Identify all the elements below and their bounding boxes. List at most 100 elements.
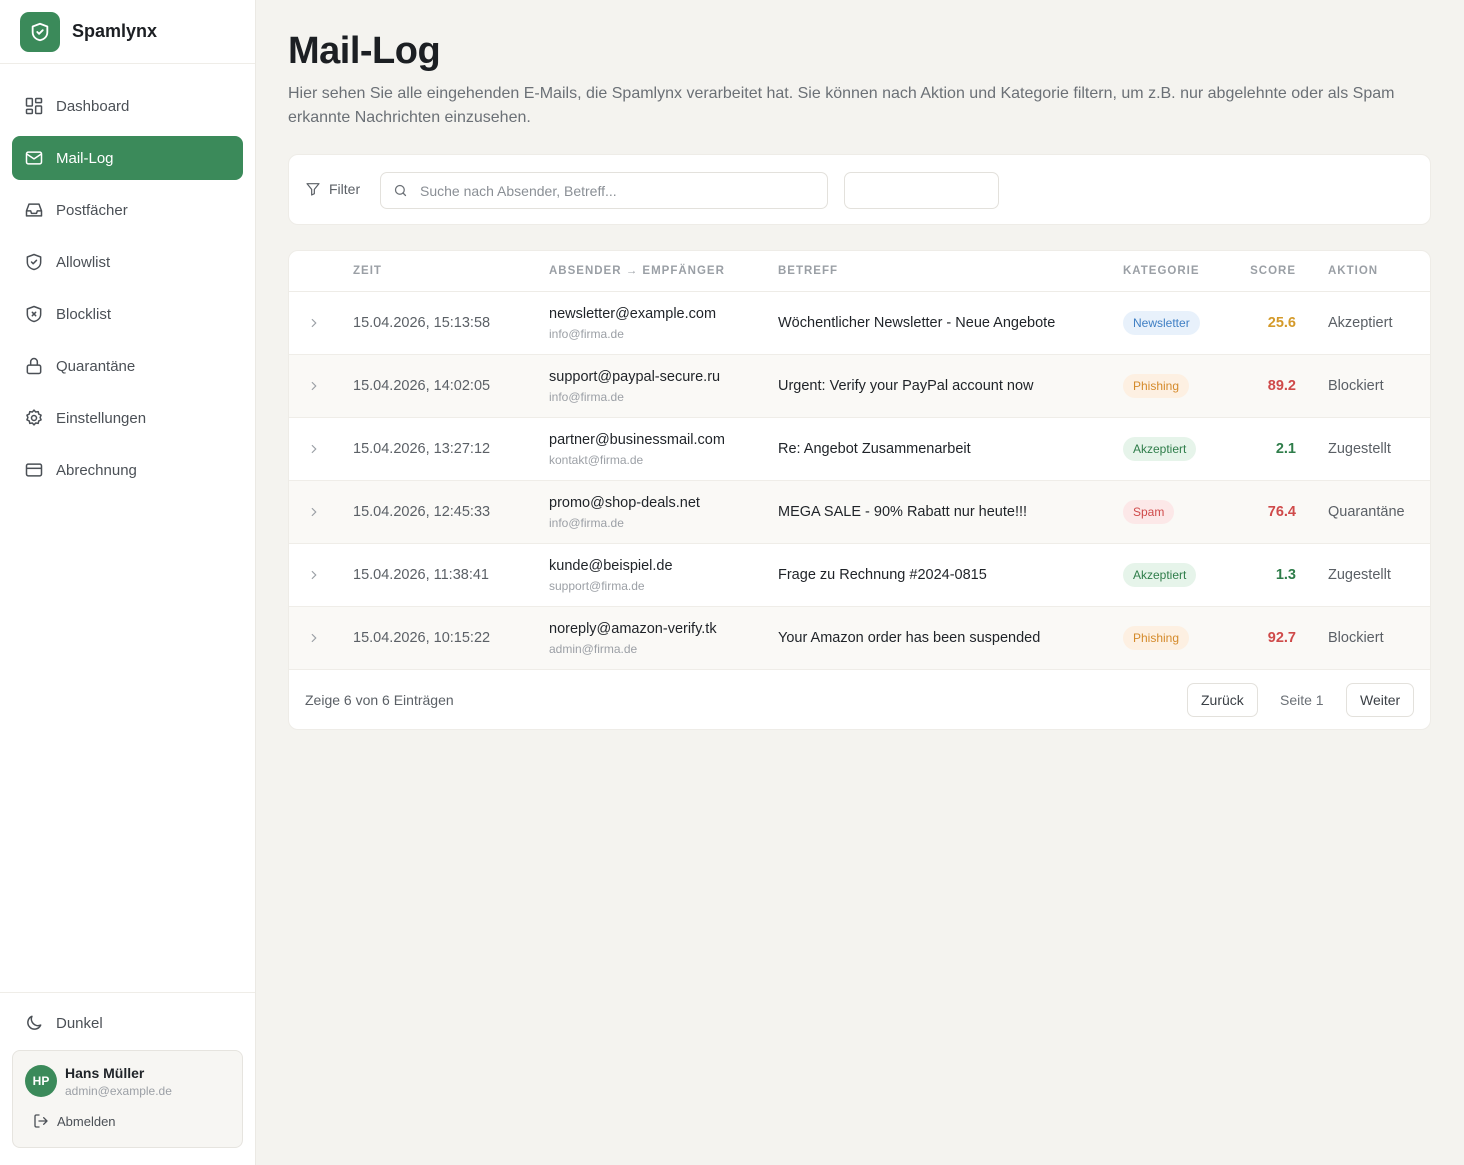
table-row[interactable]: 15.04.2026, 14:02:05 support@paypal-secu… xyxy=(289,355,1430,418)
credit-card-icon xyxy=(25,463,43,477)
user-card: HP Hans Müller admin@example.de Abmelden xyxy=(12,1050,243,1148)
column-header-time[interactable]: Zeit xyxy=(353,265,382,277)
sidebar-item-postfaecher[interactable]: Postfächer xyxy=(12,188,243,232)
column-header-subject[interactable]: Betreff xyxy=(778,265,838,277)
sidebar-item-label: Mail-Log xyxy=(56,149,114,167)
sidebar-nav: Dashboard Mail-Log Postfächer Allowlist … xyxy=(12,84,243,500)
row-recipient: info@firma.de xyxy=(549,516,624,530)
user-email: admin@example.de xyxy=(65,1084,172,1098)
category-select[interactable] xyxy=(844,172,999,209)
row-subject: Your Amazon order has been suspended xyxy=(778,630,1041,646)
row-score: 76.4 xyxy=(1267,504,1296,520)
row-score: 92.7 xyxy=(1267,630,1296,646)
sidebar-item-label: Dashboard xyxy=(56,97,130,115)
column-header-category[interactable]: Kategorie xyxy=(1123,265,1200,277)
avatar: HP xyxy=(25,1065,57,1097)
chevron-right-icon[interactable] xyxy=(307,505,321,519)
row-sender: noreply@amazon-verify.tk xyxy=(549,621,717,637)
sidebar-footer: Dunkel HP Hans Müller admin@example.de A… xyxy=(0,992,255,1148)
chevron-right-icon[interactable] xyxy=(307,631,321,645)
page-indicator: Seite 1 xyxy=(1280,692,1324,708)
sidebar-item-abrechnung[interactable]: Abrechnung xyxy=(12,448,243,492)
sidebar-item-label: Postfächer xyxy=(56,201,128,219)
brand[interactable]: Spamlynx xyxy=(0,0,255,64)
sidebar-item-blocklist[interactable]: Blocklist xyxy=(12,292,243,336)
row-recipient: info@firma.de xyxy=(549,390,624,404)
row-time: 15.04.2026, 11:38:41 xyxy=(353,567,489,583)
table-row[interactable]: 15.04.2026, 12:45:33 promo@shop-deals.ne… xyxy=(289,481,1430,544)
category-badge: Phishing xyxy=(1123,626,1190,650)
chevron-right-icon[interactable] xyxy=(307,442,321,456)
chevron-right-icon[interactable] xyxy=(307,379,321,393)
row-sender: kunde@beispiel.de xyxy=(549,558,673,574)
row-action: Zugestellt xyxy=(1328,567,1391,583)
row-subject: Re: Angebot Zusammenarbeit xyxy=(778,441,971,457)
sidebar-item-einstellungen[interactable]: Einstellungen xyxy=(12,396,243,440)
column-header-action[interactable]: Aktion xyxy=(1328,265,1378,277)
filter-label: Filter xyxy=(305,181,360,197)
search-field[interactable] xyxy=(380,172,828,209)
category-badge: Phishing xyxy=(1123,374,1190,398)
row-action: Blockiert xyxy=(1328,378,1384,394)
gear-icon xyxy=(26,409,42,426)
app-name: Spamlynx xyxy=(72,21,158,41)
chevron-right-icon[interactable] xyxy=(307,568,321,582)
sidebar-item-mail-log[interactable]: Mail-Log xyxy=(12,136,243,180)
logout-label: Abmelden xyxy=(57,1113,116,1129)
page-description: Hier sehen Sie alle eingehenden E-Mails,… xyxy=(288,85,1395,126)
search-icon xyxy=(394,184,407,197)
row-subject: Wöchentlicher Newsletter - Neue Angebote xyxy=(778,315,1056,331)
dashboard-icon xyxy=(25,97,43,115)
row-subject: Frage zu Rechnung #2024-0815 xyxy=(778,567,987,583)
moon-icon xyxy=(27,1015,42,1030)
row-score: 1.3 xyxy=(1275,567,1296,583)
lock-icon xyxy=(26,357,42,375)
sidebar-item-label: Blocklist xyxy=(56,305,112,323)
logout-button[interactable]: Abmelden xyxy=(33,1113,116,1129)
column-header-score[interactable]: Score xyxy=(1229,265,1296,277)
inbox-icon xyxy=(25,203,43,217)
sidebar-item-label: Einstellungen xyxy=(56,409,147,427)
entries-summary: Zeige 6 von 6 Einträgen xyxy=(305,692,454,708)
sidebar-item-quarantaene[interactable]: Quarantäne xyxy=(12,344,243,388)
next-page-button[interactable]: Weiter xyxy=(1346,683,1415,717)
table-row[interactable]: 15.04.2026, 13:27:12 partner@businessmai… xyxy=(289,418,1430,481)
table-header: Zeit Absender → Empfänger Betreff Katego… xyxy=(289,251,1430,292)
table-row[interactable]: 15.04.2026, 15:13:58 newsletter@example.… xyxy=(289,292,1430,355)
search-input[interactable] xyxy=(420,182,810,199)
row-sender: promo@shop-deals.net xyxy=(549,495,700,511)
mail-icon xyxy=(25,151,43,165)
sidebar-item-label: Allowlist xyxy=(56,253,111,271)
row-recipient: support@firma.de xyxy=(549,579,645,593)
row-sender: partner@businessmail.com xyxy=(549,432,725,448)
filter-label-text: Filter xyxy=(329,181,361,197)
category-badge: Spam xyxy=(1123,500,1175,524)
row-action: Quarantäne xyxy=(1328,504,1405,520)
user-name: Hans Müller xyxy=(65,1065,145,1081)
filter-icon xyxy=(306,183,320,196)
table-row[interactable]: 15.04.2026, 10:15:22 noreply@amazon-veri… xyxy=(289,607,1430,670)
row-recipient: info@firma.de xyxy=(549,327,624,341)
page-title: Mail-Log xyxy=(288,30,441,72)
category-badge: Akzeptiert xyxy=(1123,563,1197,587)
shield-check-icon xyxy=(26,253,42,271)
row-score: 89.2 xyxy=(1267,378,1296,394)
column-header-from-to[interactable]: Absender → Empfänger xyxy=(549,265,725,277)
table-row[interactable]: 15.04.2026, 11:38:41 kunde@beispiel.de s… xyxy=(289,544,1430,607)
row-recipient: admin@firma.de xyxy=(549,642,638,656)
table-footer: Zeige 6 von 6 Einträgen Zurück Seite 1 W… xyxy=(289,670,1430,729)
mail-log-table: Zeit Absender → Empfänger Betreff Katego… xyxy=(288,250,1431,730)
row-recipient: kontakt@firma.de xyxy=(549,453,644,467)
row-sender: newsletter@example.com xyxy=(549,306,717,322)
row-sender: support@paypal-secure.ru xyxy=(549,369,721,385)
sidebar-item-allowlist[interactable]: Allowlist xyxy=(12,240,243,284)
category-badge: Akzeptiert xyxy=(1123,437,1197,461)
previous-page-button[interactable]: Zurück xyxy=(1187,683,1258,717)
row-action: Zugestellt xyxy=(1328,441,1391,457)
row-score: 25.6 xyxy=(1267,315,1296,331)
sidebar-item-dashboard[interactable]: Dashboard xyxy=(12,84,243,128)
shield-logo-icon xyxy=(20,11,60,52)
sidebar-item-label: Abrechnung xyxy=(56,461,137,479)
chevron-right-icon[interactable] xyxy=(307,316,321,330)
theme-toggle[interactable]: Dunkel xyxy=(24,1013,103,1033)
